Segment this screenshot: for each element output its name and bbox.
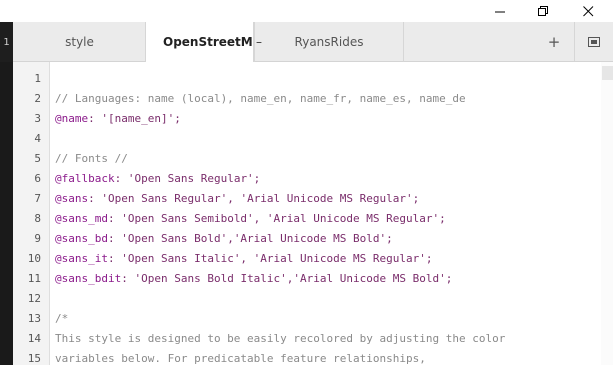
code-line-15: variables below. For predicatable featur… bbox=[55, 352, 426, 365]
line-number: 14 bbox=[27, 332, 41, 345]
tab-label: RyansRides bbox=[294, 35, 364, 49]
sidebar-stub[interactable]: 1 bbox=[0, 22, 13, 62]
close-button[interactable] bbox=[566, 0, 611, 22]
line-number: 13 bbox=[27, 312, 41, 325]
tab-ryansrides[interactable]: RyansRides bbox=[254, 22, 404, 62]
sidebar-panel bbox=[0, 62, 13, 365]
minimize-icon bbox=[495, 11, 505, 12]
code-line-13: /* bbox=[55, 312, 69, 325]
scrollbar-thumb[interactable] bbox=[602, 66, 613, 80]
sidebar-stub-label: 1 bbox=[3, 36, 10, 48]
line-number: 4 bbox=[34, 132, 41, 145]
variable-token: @name bbox=[55, 112, 89, 125]
line-number-gutter: 1 2 3 4 5 6 7 8 9 10 11 12 13 14 15 bbox=[13, 62, 50, 365]
code-line-14: This style is designed to be easily reco… bbox=[55, 332, 506, 345]
line-number: 9 bbox=[34, 232, 41, 245]
preview-button[interactable] bbox=[580, 22, 608, 62]
minimize-button[interactable] bbox=[478, 0, 523, 22]
vertical-scrollbar[interactable] bbox=[601, 62, 613, 365]
tab-style[interactable]: style bbox=[14, 22, 146, 62]
tab-openstreetmap[interactable]: OpenStreetMap bbox=[146, 22, 254, 62]
line-number: 6 bbox=[34, 172, 41, 185]
restore-icon bbox=[538, 5, 548, 16]
line-number: 15 bbox=[27, 352, 41, 365]
line-number: 11 bbox=[27, 272, 41, 285]
code-line-10: @sans_it: 'Open Sans Italic', 'Arial Uni… bbox=[55, 252, 433, 265]
tab-label: OpenStreetMap bbox=[163, 35, 253, 49]
line-number: 2 bbox=[34, 92, 41, 105]
variable-token: @fallback bbox=[55, 172, 115, 185]
new-tab-button[interactable]: + bbox=[540, 22, 568, 62]
code-line-3: @name: '[name_en]'; bbox=[55, 112, 181, 125]
line-number: 3 bbox=[34, 112, 41, 125]
close-icon bbox=[583, 5, 594, 16]
value-token: : 'Open Sans Semibold', 'Arial Unicode M… bbox=[107, 212, 446, 225]
variable-token: @sans bbox=[55, 192, 89, 205]
toolbar-divider bbox=[574, 22, 575, 61]
line-number: 12 bbox=[27, 292, 41, 305]
code-editor[interactable]: // Languages: name (local), name_en, nam… bbox=[50, 62, 613, 365]
tab-label: style bbox=[65, 35, 94, 49]
value-token: : 'Open Sans Bold','Arial Unicode MS Bol… bbox=[107, 232, 393, 245]
title-bar bbox=[0, 0, 613, 22]
tab-bar: style OpenStreetMap – RyansRides + bbox=[0, 22, 613, 62]
value-token: : 'Open Sans Bold Italic','Arial Unicode… bbox=[121, 272, 453, 285]
value-token: : '[name_en]'; bbox=[88, 112, 181, 125]
maximize-button[interactable] bbox=[521, 0, 566, 22]
variable-token: @sans_bd bbox=[55, 232, 108, 245]
value-token: : 'Open Sans Italic', 'Arial Unicode MS … bbox=[107, 252, 433, 265]
code-line-9: @sans_bd: 'Open Sans Bold','Arial Unicod… bbox=[55, 232, 393, 245]
value-token: : 'Open Sans Regular', 'Arial Unicode MS… bbox=[88, 192, 420, 205]
code-line-11: @sans_bdit: 'Open Sans Bold Italic','Ari… bbox=[55, 272, 452, 285]
line-number: 10 bbox=[27, 252, 41, 265]
value-token: : 'Open Sans Regular'; bbox=[114, 172, 261, 185]
code-line-2: // Languages: name (local), name_en, nam… bbox=[55, 92, 466, 105]
code-line-5: // Fonts // bbox=[55, 152, 128, 165]
variable-token: @sans_bdit bbox=[55, 272, 122, 285]
code-line-7: @sans: 'Open Sans Regular', 'Arial Unico… bbox=[55, 192, 419, 205]
line-number: 7 bbox=[34, 192, 41, 205]
plus-icon: + bbox=[547, 33, 561, 51]
variable-token: @sans_md bbox=[55, 212, 108, 225]
line-number: 5 bbox=[34, 152, 41, 165]
variable-token: @sans_it bbox=[55, 252, 108, 265]
line-number: 8 bbox=[34, 212, 41, 225]
preview-icon bbox=[588, 37, 600, 47]
line-number: 1 bbox=[34, 72, 41, 85]
code-line-6: @fallback: 'Open Sans Regular'; bbox=[55, 172, 260, 185]
code-line-8: @sans_md: 'Open Sans Semibold', 'Arial U… bbox=[55, 212, 446, 225]
